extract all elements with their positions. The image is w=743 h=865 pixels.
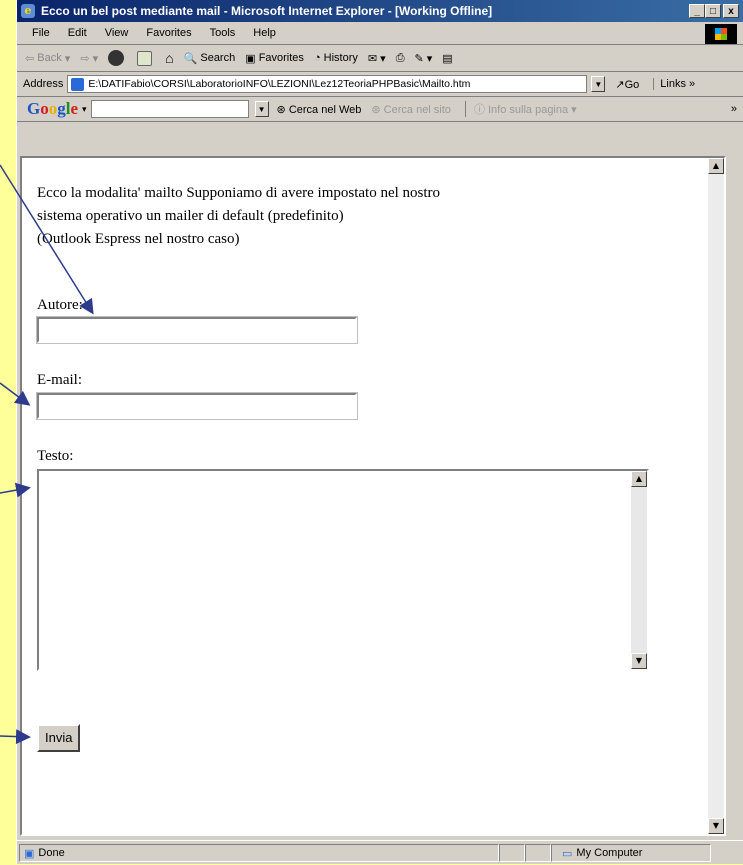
refresh-button[interactable] xyxy=(137,50,155,66)
back-label: Back xyxy=(37,52,62,64)
search-icon: 🔍 xyxy=(183,52,198,65)
google-menu-icon[interactable]: ▾ xyxy=(82,104,87,115)
textarea-scrollbar[interactable]: ▲ ▼ xyxy=(631,471,647,669)
address-url: E:\DATIFabio\CORSI\LaboratorioINFO\LEZIO… xyxy=(88,78,471,90)
intro-line-1: Ecco la modalita' mailto Supponiamo di a… xyxy=(37,185,441,201)
menu-view[interactable]: View xyxy=(105,27,129,39)
go-icon: ↗ xyxy=(615,78,625,91)
close-button[interactable]: x xyxy=(723,4,739,18)
page-scrollbar[interactable]: ▲ ▼ xyxy=(708,158,724,834)
menu-bar: File Edit View Favorites Tools Help xyxy=(17,22,743,45)
text-label: Testo: xyxy=(37,448,74,464)
email-input[interactable] xyxy=(36,392,358,420)
computer-icon: ▭ xyxy=(562,847,573,860)
ie-icon: e xyxy=(21,4,35,18)
status-text: ▣ Done xyxy=(19,844,499,862)
text-area[interactable]: ▲ ▼ xyxy=(37,469,649,671)
refresh-icon xyxy=(137,50,153,66)
zone-cell: ▭ My Computer xyxy=(551,844,711,862)
author-label: Autore: xyxy=(37,297,83,313)
address-input[interactable]: E:\DATIFabio\CORSI\LaboratorioINFO\LEZIO… xyxy=(67,75,588,93)
browser-window: e Ecco un bel post mediante mail - Micro… xyxy=(16,0,743,864)
stop-button[interactable] xyxy=(108,50,127,66)
intro-text: Ecco la modalita' mailto Supponiamo di a… xyxy=(37,182,557,251)
search-site-button[interactable]: ⊛ Cerca nel sito xyxy=(371,103,451,116)
page-content: Ecco la modalita' mailto Supponiamo di a… xyxy=(20,156,726,836)
search-site-label: Cerca nel sito xyxy=(383,103,451,116)
status-cell-1 xyxy=(499,844,525,862)
search-web-button[interactable]: ⊛ Cerca nel Web xyxy=(277,103,362,116)
status-cell-2 xyxy=(525,844,551,862)
page-done-icon: ▣ xyxy=(24,847,35,860)
info-icon: ⓘ xyxy=(473,104,485,116)
search-web-label: Cerca nel Web xyxy=(288,103,362,116)
toolbar-chevron-icon[interactable]: » xyxy=(731,103,737,115)
menu-favorites[interactable]: Favorites xyxy=(146,27,191,39)
links-button[interactable]: Links » xyxy=(653,78,695,90)
google-dropdown[interactable]: ▼ xyxy=(254,101,269,117)
history-label: History xyxy=(323,52,358,64)
textarea-scroll-down-icon[interactable]: ▼ xyxy=(631,653,647,669)
home-icon: ⌂ xyxy=(165,50,174,66)
author-input[interactable] xyxy=(36,316,358,344)
go-button[interactable]: ↗Go xyxy=(615,78,639,91)
history-icon: ◔ xyxy=(313,52,321,64)
page-info-label: Info sulla pagina xyxy=(488,104,569,116)
discuss-icon: ▤ xyxy=(442,52,453,65)
menu-help[interactable]: Help xyxy=(253,27,276,39)
stop-icon xyxy=(108,50,125,66)
history-button[interactable]: ◔ History xyxy=(314,52,358,64)
mail-icon: ✉ ▾ xyxy=(367,52,386,65)
intro-line-2: sistema operativo un mailer di default (… xyxy=(37,208,344,224)
go-label: Go xyxy=(624,78,640,91)
mail-button[interactable]: ✉ ▾ xyxy=(368,52,386,65)
google-search-input[interactable] xyxy=(90,100,249,118)
status-label: Done xyxy=(38,847,65,859)
binoculars-icon: ⊛ xyxy=(276,103,286,116)
print-button[interactable]: ⎙ xyxy=(396,52,405,65)
site-search-icon: ⊛ xyxy=(371,103,381,116)
address-bar: Address E:\DATIFabio\CORSI\LaboratorioIN… xyxy=(17,72,743,97)
textarea-scroll-up-icon[interactable]: ▲ xyxy=(631,471,647,487)
page-icon xyxy=(71,78,85,91)
edit-button[interactable]: ✎ ▾ xyxy=(415,52,433,65)
google-logo[interactable]: Google xyxy=(27,99,78,119)
zone-label: My Computer xyxy=(576,847,643,859)
page-info-button[interactable]: ⓘ Info sulla pagina ▾ xyxy=(464,101,577,117)
google-toolbar: Google ▾ ▼ ⊛ Cerca nel Web ⊛ Cerca nel s… xyxy=(17,97,743,122)
address-dropdown[interactable]: ▼ xyxy=(591,76,606,92)
intro-line-3: (Outlook Espress nel nostro caso) xyxy=(37,231,240,247)
page-scroll-up-icon[interactable]: ▲ xyxy=(708,158,724,174)
search-label: Search xyxy=(200,52,236,64)
favorites-label: Favorites xyxy=(258,52,304,64)
status-bar: ▣ Done ▭ My Computer xyxy=(17,840,743,865)
menu-file[interactable]: File xyxy=(32,27,50,39)
windows-logo-icon xyxy=(705,24,737,44)
window-title: Ecco un bel post mediante mail - Microso… xyxy=(41,4,493,18)
email-label: E-mail: xyxy=(37,372,82,388)
toolbar: ⇦ Back ▾ ⇨ ▾ ⌂ 🔍 Search ▣ Favorites ◔ Hi… xyxy=(17,45,743,72)
menu-edit[interactable]: Edit xyxy=(68,27,87,39)
print-icon: ⎙ xyxy=(395,51,405,64)
title-bar: e Ecco un bel post mediante mail - Micro… xyxy=(17,0,743,22)
search-button[interactable]: 🔍 Search xyxy=(184,52,236,65)
home-button[interactable]: ⌂ xyxy=(165,50,173,66)
maximize-button[interactable]: □ xyxy=(705,4,721,18)
submit-button[interactable]: Invia xyxy=(37,724,81,752)
discuss-button[interactable]: ▤ xyxy=(442,52,452,65)
address-label: Address xyxy=(23,78,64,90)
menu-tools[interactable]: Tools xyxy=(210,27,236,39)
edit-icon: ✎ ▾ xyxy=(414,52,433,65)
minimize-button[interactable]: _ xyxy=(689,4,705,18)
page-scroll-down-icon[interactable]: ▼ xyxy=(708,818,724,834)
favorites-icon: ▣ xyxy=(245,52,256,65)
back-button[interactable]: ⇦ Back ▾ xyxy=(25,52,70,65)
favorites-button[interactable]: ▣ Favorites xyxy=(245,52,304,65)
links-label: Links xyxy=(660,78,686,90)
forward-button[interactable]: ⇨ ▾ xyxy=(80,52,98,65)
